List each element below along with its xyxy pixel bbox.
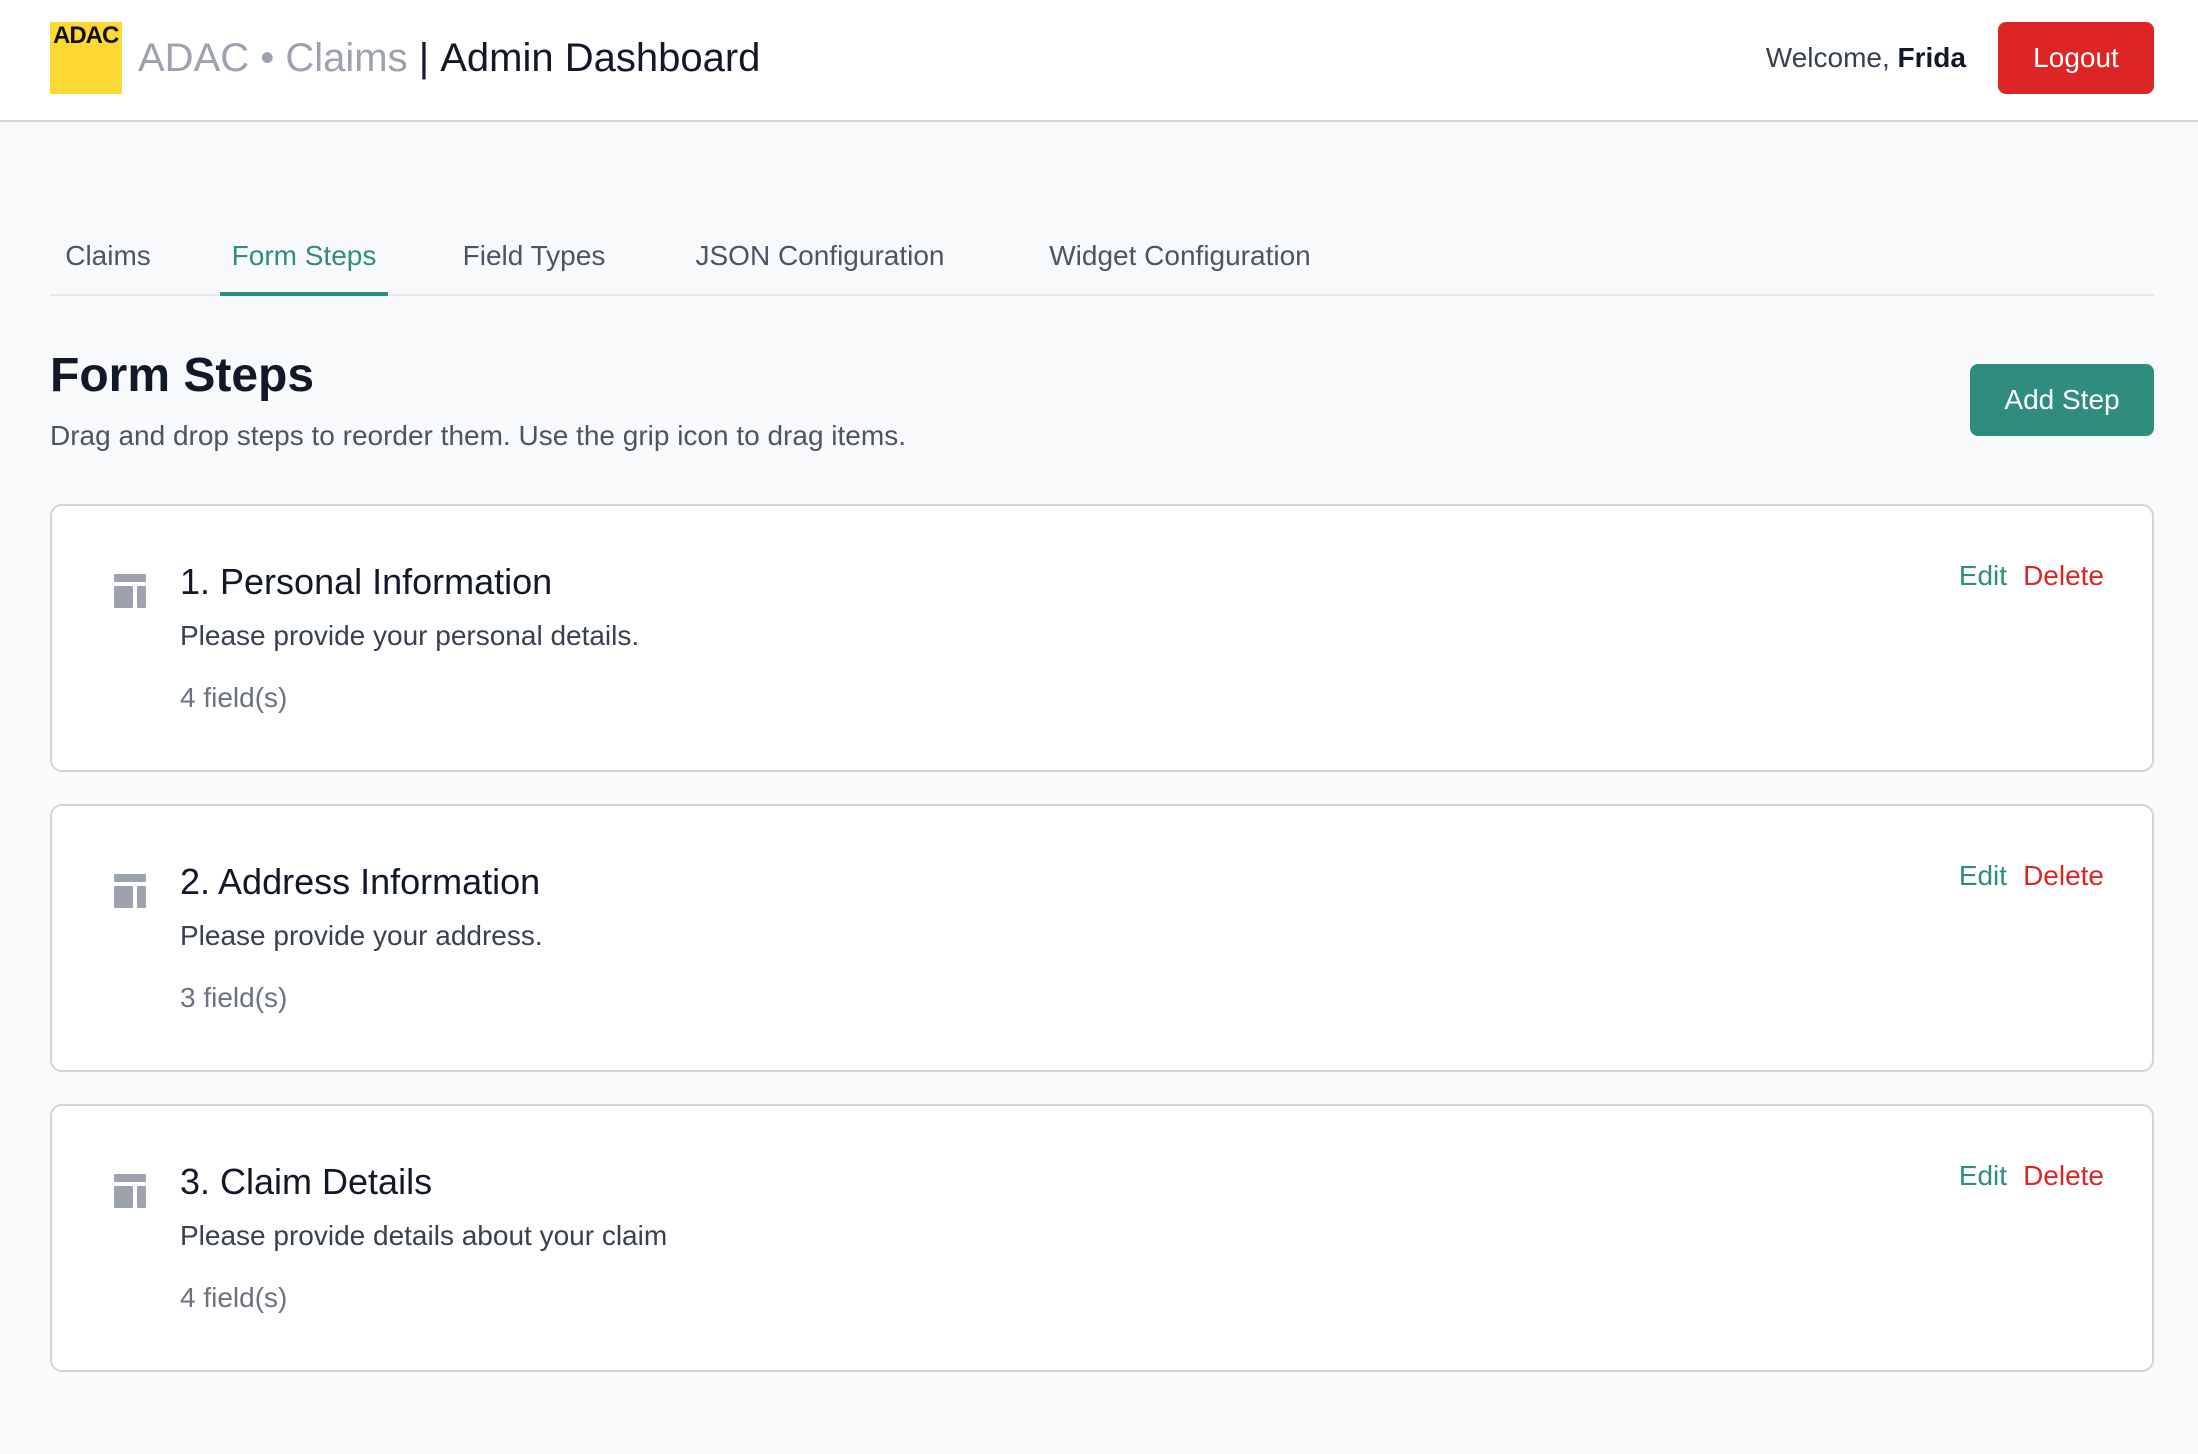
step-description: Please provide your address.	[180, 920, 543, 951]
step-title: 3. Claim Details	[180, 1161, 433, 1202]
logo-text: ADAC	[53, 22, 119, 49]
tab-bar: Claims Form Steps Field Types JSON Confi…	[50, 226, 2154, 296]
step-title: 2. Address Information	[180, 861, 541, 902]
grip-icon[interactable]	[114, 874, 146, 908]
top-bar: ADAC ADAC • Claims | Admin Dashboard Wel…	[0, 0, 2198, 122]
tab-form-steps[interactable]: Form Steps	[220, 226, 388, 296]
edit-step-button[interactable]: Edit	[1959, 858, 2007, 894]
grip-icon[interactable]	[114, 1174, 146, 1208]
step-field-count: 4 field(s)	[180, 682, 288, 713]
section-description: Drag and drop steps to reorder them. Use…	[50, 420, 906, 451]
tab-json-configuration[interactable]: JSON Configuration	[680, 226, 960, 296]
delete-step-button[interactable]: Delete	[2023, 558, 2104, 594]
add-step-button[interactable]: Add Step	[1970, 364, 2154, 436]
tab-widget-configuration[interactable]: Widget Configuration	[1022, 226, 1338, 296]
edit-step-button[interactable]: Edit	[1959, 558, 2007, 594]
step-card: 1. Personal Information Please provide y…	[50, 504, 2154, 772]
tab-field-types[interactable]: Field Types	[450, 226, 618, 296]
section-title: Form Steps	[50, 349, 315, 402]
step-title: 1. Personal Information	[180, 561, 553, 602]
delete-step-button[interactable]: Delete	[2023, 858, 2104, 894]
step-card: 3. Claim Details Please provide details …	[50, 1104, 2154, 1372]
step-field-count: 4 field(s)	[180, 1282, 288, 1313]
step-field-count: 3 field(s)	[180, 982, 288, 1013]
step-description: Please provide details about your claim	[180, 1220, 668, 1251]
delete-step-button[interactable]: Delete	[2023, 1158, 2104, 1194]
tab-claims[interactable]: Claims	[50, 226, 166, 296]
edit-step-button[interactable]: Edit	[1959, 1158, 2007, 1194]
step-description: Please provide your personal details.	[180, 620, 640, 651]
title-separator: |	[407, 36, 441, 80]
app-title: ADAC • Claims | Admin Dashboard	[138, 32, 760, 84]
welcome-message: Welcome, Frida	[1766, 40, 1966, 76]
adac-logo: ADAC	[50, 22, 122, 94]
user-name: Frida	[1897, 42, 1966, 73]
step-card: 2. Address Information Please provide yo…	[50, 804, 2154, 1072]
step-actions: Edit Delete	[1959, 558, 2104, 594]
welcome-prefix: Welcome,	[1765, 42, 1898, 73]
brand-name: ADAC • Claims	[138, 36, 408, 80]
grip-icon[interactable]	[114, 574, 146, 608]
step-actions: Edit Delete	[1959, 1158, 2104, 1194]
page-title: Admin Dashboard	[440, 36, 761, 80]
step-actions: Edit Delete	[1959, 858, 2104, 894]
logout-button[interactable]: Logout	[1998, 22, 2154, 94]
